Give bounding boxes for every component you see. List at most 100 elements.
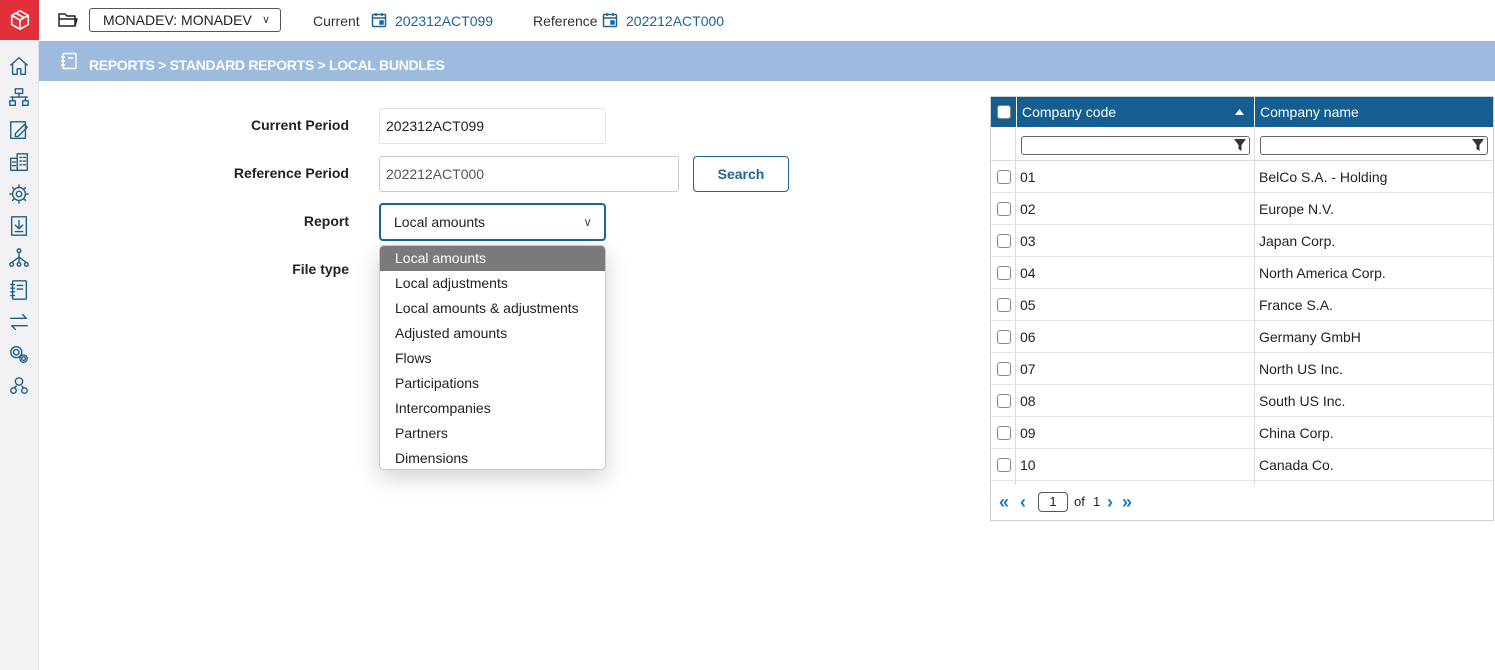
transfer-icon[interactable]	[6, 309, 32, 335]
company-code-cell: 04	[1020, 265, 1036, 281]
tree-icon[interactable]	[6, 245, 32, 271]
report-option-partners[interactable]: Partners	[380, 421, 605, 446]
file-type-label: File type	[292, 261, 349, 277]
gears-icon[interactable]	[6, 341, 32, 367]
column-divider	[1015, 127, 1016, 485]
table-row[interactable]: 05 France S.A.	[991, 289, 1493, 321]
current-period-link[interactable]: 202312ACT099	[395, 13, 493, 29]
previous-page-icon[interactable]: ‹	[1020, 493, 1026, 511]
report-option-local-adjustments[interactable]: Local adjustments	[380, 271, 605, 296]
hierarchy-icon[interactable]	[6, 85, 32, 111]
column-header-company-name[interactable]: Company name	[1254, 97, 1493, 127]
grid-header: Company code Company name	[991, 97, 1493, 127]
users-icon[interactable]	[6, 373, 32, 399]
company-code-cell: 06	[1020, 329, 1036, 345]
breadcrumb: REPORTS > STANDARD REPORTS > LOCAL BUNDL…	[89, 57, 445, 73]
company-name-cell: South US Inc.	[1259, 393, 1346, 409]
first-page-icon[interactable]: «	[999, 493, 1009, 511]
report-option-local-amounts[interactable]: Local amounts	[380, 246, 605, 271]
home-icon[interactable]	[6, 53, 32, 79]
settings-network-icon[interactable]	[6, 181, 32, 207]
company-grid: Company code Company name 01 BelCo S.A. -…	[990, 96, 1494, 521]
filter-row	[991, 127, 1493, 161]
row-checkbox[interactable]	[997, 234, 1011, 248]
select-all-checkbox[interactable]	[997, 105, 1011, 119]
company-code-cell: 10	[1020, 457, 1036, 473]
page-number-input[interactable]: 1	[1038, 492, 1068, 512]
page-of-label: of	[1074, 494, 1085, 509]
company-name-cell: France S.A.	[1259, 297, 1333, 313]
table-row[interactable]: 04 North America Corp.	[991, 257, 1493, 289]
row-checkbox[interactable]	[997, 170, 1011, 184]
import-icon[interactable]	[6, 213, 32, 239]
company-name-cell: Europe N.V.	[1259, 201, 1334, 217]
box-logo-icon	[10, 10, 29, 30]
column-header-company-code[interactable]: Company code	[1016, 97, 1254, 127]
calendar-icon[interactable]	[602, 12, 618, 28]
current-period-label: Current Period	[250, 117, 349, 133]
row-checkbox[interactable]	[997, 202, 1011, 216]
current-label: Current	[313, 13, 360, 29]
search-button[interactable]: Search	[693, 156, 789, 192]
reference-period-link[interactable]: 202212ACT000	[626, 13, 724, 29]
report-option-adjusted-amounts[interactable]: Adjusted amounts	[380, 321, 605, 346]
company-code-cell: 09	[1020, 425, 1036, 441]
company-code-cell: 05	[1020, 297, 1036, 313]
reference-period-field[interactable]: 202212ACT000	[379, 156, 679, 192]
top-bar: MONADEV: MONADEV ∨ Current 202312ACT099 …	[39, 0, 1495, 41]
row-checkbox[interactable]	[997, 394, 1011, 408]
notebook-icon	[61, 52, 77, 70]
row-checkbox[interactable]	[997, 362, 1011, 376]
company-code-cell: 08	[1020, 393, 1036, 409]
company-name-cell: Canada Co.	[1259, 457, 1334, 473]
table-row[interactable]: 07 North US Inc.	[991, 353, 1493, 385]
row-checkbox[interactable]	[997, 298, 1011, 312]
reference-label: Reference	[533, 13, 598, 29]
reference-period-label: Reference Period	[233, 165, 349, 181]
environment-select[interactable]: MONADEV: MONADEV ∨	[89, 8, 281, 32]
company-name-cell: China Corp.	[1259, 425, 1334, 441]
table-row[interactable]: 06 Germany GmbH	[991, 321, 1493, 353]
current-period-field[interactable]: 202312ACT099	[379, 108, 606, 144]
filter-icon[interactable]	[1234, 139, 1246, 152]
report-option-flows[interactable]: Flows	[380, 346, 605, 371]
notebook-icon[interactable]	[6, 277, 32, 303]
report-option-dimensions[interactable]: Dimensions	[380, 446, 605, 469]
company-code-cell: 01	[1020, 169, 1036, 185]
report-option-participations[interactable]: Participations	[380, 371, 605, 396]
filter-icon[interactable]	[1472, 139, 1484, 152]
table-row[interactable]: 02 Europe N.V.	[991, 193, 1493, 225]
edit-icon[interactable]	[6, 117, 32, 143]
folder-icon[interactable]	[58, 11, 78, 29]
next-page-icon[interactable]: ›	[1107, 493, 1113, 511]
report-option-intercompanies[interactable]: Intercompanies	[380, 396, 605, 421]
sidebar	[0, 0, 39, 670]
environment-value: MONADEV: MONADEV	[103, 12, 252, 28]
row-checkbox[interactable]	[997, 330, 1011, 344]
pager: « ‹ 1 of 1 › »	[991, 485, 1493, 521]
table-row[interactable]: 01 BelCo S.A. - Holding	[991, 161, 1493, 193]
row-checkbox[interactable]	[997, 426, 1011, 440]
row-checkbox[interactable]	[997, 458, 1011, 472]
company-name-filter[interactable]	[1260, 136, 1488, 155]
company-code-filter[interactable]	[1021, 136, 1250, 155]
column-divider	[1254, 127, 1255, 485]
report-select[interactable]: Local amounts ∨	[379, 203, 606, 241]
company-name-cell: North US Inc.	[1259, 361, 1344, 377]
table-row[interactable]: 08 South US Inc.	[991, 385, 1493, 417]
app-logo[interactable]	[0, 0, 39, 40]
page-total: 1	[1093, 494, 1101, 509]
company-name-cell: Germany GmbH	[1259, 329, 1361, 345]
table-row[interactable]: 09 China Corp.	[991, 417, 1493, 449]
breadcrumb-bar: REPORTS > STANDARD REPORTS > LOCAL BUNDL…	[39, 41, 1495, 81]
row-checkbox[interactable]	[997, 266, 1011, 280]
column-header-label: Company code	[1022, 104, 1117, 120]
chevron-down-icon: ∨	[583, 215, 592, 229]
buildings-icon[interactable]	[6, 149, 32, 175]
report-select-value: Local amounts	[394, 214, 486, 230]
table-row[interactable]: 03 Japan Corp.	[991, 225, 1493, 257]
table-row[interactable]: 10 Canada Co.	[991, 449, 1493, 481]
calendar-icon[interactable]	[371, 12, 387, 28]
last-page-icon[interactable]: »	[1122, 493, 1132, 511]
report-option-local-amounts-adjustments[interactable]: Local amounts & adjustments	[380, 296, 605, 321]
